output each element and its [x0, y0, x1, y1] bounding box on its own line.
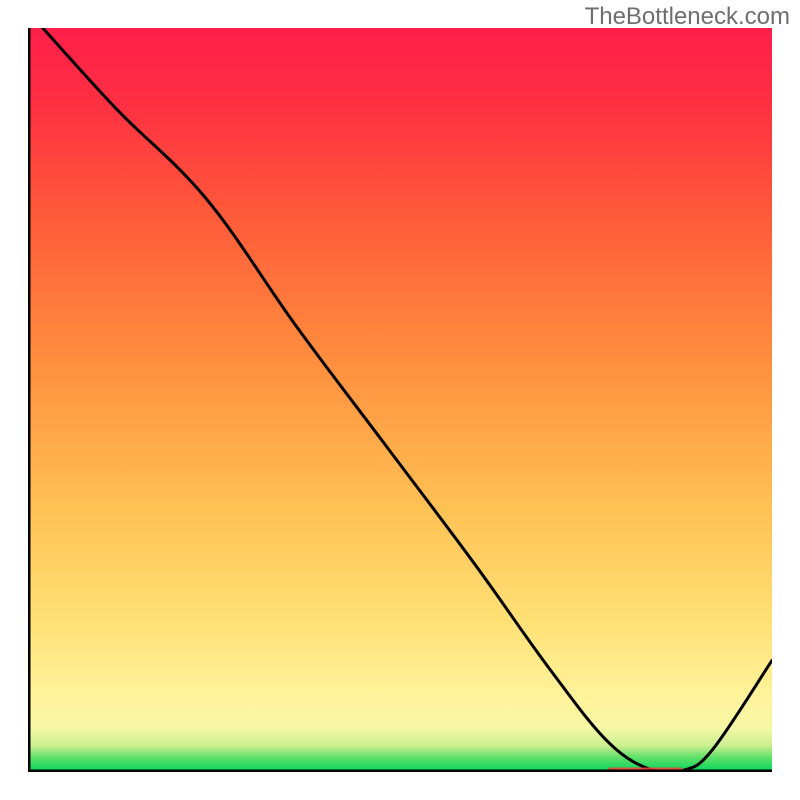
chart-container: TheBottleneck.com [0, 0, 800, 800]
gradient-background [28, 28, 772, 772]
bottleneck-chart [28, 28, 772, 772]
watermark-text: TheBottleneck.com [585, 3, 790, 31]
plot-area [28, 28, 772, 772]
